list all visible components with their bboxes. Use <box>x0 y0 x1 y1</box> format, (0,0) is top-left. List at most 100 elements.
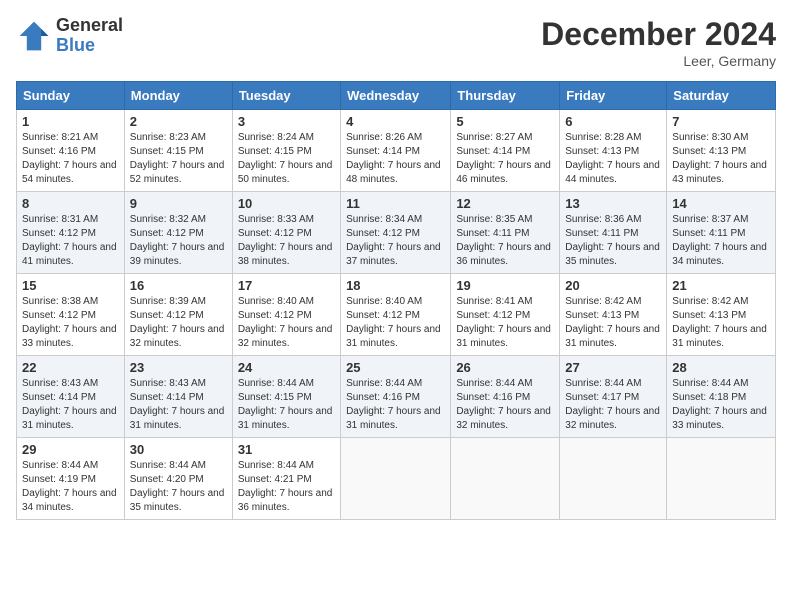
day-info: Sunrise: 8:44 AMSunset: 4:17 PMDaylight:… <box>565 377 661 433</box>
calendar-cell: 10 Sunrise: 8:33 AMSunset: 4:12 PMDaylig… <box>232 192 340 274</box>
day-info: Sunrise: 8:41 AMSunset: 4:12 PMDaylight:… <box>456 295 554 351</box>
day-number: 22 <box>22 360 119 375</box>
day-info: Sunrise: 8:44 AMSunset: 4:16 PMDaylight:… <box>456 377 554 433</box>
day-info: Sunrise: 8:42 AMSunset: 4:13 PMDaylight:… <box>672 295 770 351</box>
day-info: Sunrise: 8:21 AMSunset: 4:16 PMDaylight:… <box>22 131 119 187</box>
calendar-cell: 2 Sunrise: 8:23 AMSunset: 4:15 PMDayligh… <box>124 110 232 192</box>
day-number: 7 <box>672 114 770 129</box>
calendar-cell <box>451 438 560 520</box>
day-number: 17 <box>238 278 335 293</box>
day-number: 10 <box>238 196 335 211</box>
calendar-cell: 23 Sunrise: 8:43 AMSunset: 4:14 PMDaylig… <box>124 356 232 438</box>
calendar-cell: 12 Sunrise: 8:35 AMSunset: 4:11 PMDaylig… <box>451 192 560 274</box>
day-number: 3 <box>238 114 335 129</box>
title-block: December 2024 Leer, Germany <box>541 16 776 69</box>
week-row-5: 29 Sunrise: 8:44 AMSunset: 4:19 PMDaylig… <box>17 438 776 520</box>
day-info: Sunrise: 8:35 AMSunset: 4:11 PMDaylight:… <box>456 213 554 269</box>
day-info: Sunrise: 8:39 AMSunset: 4:12 PMDaylight:… <box>130 295 227 351</box>
day-number: 27 <box>565 360 661 375</box>
day-number: 25 <box>346 360 445 375</box>
day-info: Sunrise: 8:43 AMSunset: 4:14 PMDaylight:… <box>22 377 119 433</box>
calendar-cell: 30 Sunrise: 8:44 AMSunset: 4:20 PMDaylig… <box>124 438 232 520</box>
calendar-cell: 18 Sunrise: 8:40 AMSunset: 4:12 PMDaylig… <box>341 274 451 356</box>
location: Leer, Germany <box>541 53 776 69</box>
month-title: December 2024 <box>541 16 776 53</box>
day-info: Sunrise: 8:30 AMSunset: 4:13 PMDaylight:… <box>672 131 770 187</box>
day-number: 1 <box>22 114 119 129</box>
weekday-header-row: SundayMondayTuesdayWednesdayThursdayFrid… <box>17 82 776 110</box>
calendar-cell: 29 Sunrise: 8:44 AMSunset: 4:19 PMDaylig… <box>17 438 125 520</box>
day-info: Sunrise: 8:27 AMSunset: 4:14 PMDaylight:… <box>456 131 554 187</box>
day-info: Sunrise: 8:26 AMSunset: 4:14 PMDaylight:… <box>346 131 445 187</box>
day-info: Sunrise: 8:34 AMSunset: 4:12 PMDaylight:… <box>346 213 445 269</box>
day-info: Sunrise: 8:43 AMSunset: 4:14 PMDaylight:… <box>130 377 227 433</box>
calendar-cell: 1 Sunrise: 8:21 AMSunset: 4:16 PMDayligh… <box>17 110 125 192</box>
day-info: Sunrise: 8:42 AMSunset: 4:13 PMDaylight:… <box>565 295 661 351</box>
day-info: Sunrise: 8:44 AMSunset: 4:19 PMDaylight:… <box>22 459 119 515</box>
day-number: 14 <box>672 196 770 211</box>
calendar-cell <box>560 438 667 520</box>
calendar-cell: 22 Sunrise: 8:43 AMSunset: 4:14 PMDaylig… <box>17 356 125 438</box>
day-info: Sunrise: 8:40 AMSunset: 4:12 PMDaylight:… <box>238 295 335 351</box>
calendar-cell <box>667 438 776 520</box>
weekday-header-tuesday: Tuesday <box>232 82 340 110</box>
day-info: Sunrise: 8:28 AMSunset: 4:13 PMDaylight:… <box>565 131 661 187</box>
day-number: 30 <box>130 442 227 457</box>
logo-text: General Blue <box>56 16 123 56</box>
day-info: Sunrise: 8:44 AMSunset: 4:16 PMDaylight:… <box>346 377 445 433</box>
day-number: 9 <box>130 196 227 211</box>
calendar-cell <box>341 438 451 520</box>
calendar-cell: 26 Sunrise: 8:44 AMSunset: 4:16 PMDaylig… <box>451 356 560 438</box>
calendar-cell: 27 Sunrise: 8:44 AMSunset: 4:17 PMDaylig… <box>560 356 667 438</box>
day-info: Sunrise: 8:31 AMSunset: 4:12 PMDaylight:… <box>22 213 119 269</box>
day-number: 5 <box>456 114 554 129</box>
day-number: 4 <box>346 114 445 129</box>
week-row-4: 22 Sunrise: 8:43 AMSunset: 4:14 PMDaylig… <box>17 356 776 438</box>
calendar-cell: 4 Sunrise: 8:26 AMSunset: 4:14 PMDayligh… <box>341 110 451 192</box>
logo-icon <box>16 18 52 54</box>
day-info: Sunrise: 8:38 AMSunset: 4:12 PMDaylight:… <box>22 295 119 351</box>
day-number: 21 <box>672 278 770 293</box>
day-number: 24 <box>238 360 335 375</box>
calendar: SundayMondayTuesdayWednesdayThursdayFrid… <box>16 81 776 520</box>
weekday-header-sunday: Sunday <box>17 82 125 110</box>
week-row-2: 8 Sunrise: 8:31 AMSunset: 4:12 PMDayligh… <box>17 192 776 274</box>
calendar-cell: 31 Sunrise: 8:44 AMSunset: 4:21 PMDaylig… <box>232 438 340 520</box>
day-info: Sunrise: 8:37 AMSunset: 4:11 PMDaylight:… <box>672 213 770 269</box>
calendar-cell: 25 Sunrise: 8:44 AMSunset: 4:16 PMDaylig… <box>341 356 451 438</box>
day-number: 15 <box>22 278 119 293</box>
calendar-cell: 17 Sunrise: 8:40 AMSunset: 4:12 PMDaylig… <box>232 274 340 356</box>
calendar-cell: 6 Sunrise: 8:28 AMSunset: 4:13 PMDayligh… <box>560 110 667 192</box>
page-header: General Blue December 2024 Leer, Germany <box>16 16 776 69</box>
day-info: Sunrise: 8:32 AMSunset: 4:12 PMDaylight:… <box>130 213 227 269</box>
day-info: Sunrise: 8:24 AMSunset: 4:15 PMDaylight:… <box>238 131 335 187</box>
day-info: Sunrise: 8:40 AMSunset: 4:12 PMDaylight:… <box>346 295 445 351</box>
calendar-cell: 8 Sunrise: 8:31 AMSunset: 4:12 PMDayligh… <box>17 192 125 274</box>
week-row-3: 15 Sunrise: 8:38 AMSunset: 4:12 PMDaylig… <box>17 274 776 356</box>
calendar-cell: 28 Sunrise: 8:44 AMSunset: 4:18 PMDaylig… <box>667 356 776 438</box>
calendar-cell: 21 Sunrise: 8:42 AMSunset: 4:13 PMDaylig… <box>667 274 776 356</box>
day-number: 28 <box>672 360 770 375</box>
calendar-cell: 20 Sunrise: 8:42 AMSunset: 4:13 PMDaylig… <box>560 274 667 356</box>
calendar-cell: 13 Sunrise: 8:36 AMSunset: 4:11 PMDaylig… <box>560 192 667 274</box>
day-number: 2 <box>130 114 227 129</box>
calendar-cell: 9 Sunrise: 8:32 AMSunset: 4:12 PMDayligh… <box>124 192 232 274</box>
day-info: Sunrise: 8:44 AMSunset: 4:20 PMDaylight:… <box>130 459 227 515</box>
day-number: 12 <box>456 196 554 211</box>
day-info: Sunrise: 8:36 AMSunset: 4:11 PMDaylight:… <box>565 213 661 269</box>
day-number: 19 <box>456 278 554 293</box>
calendar-cell: 15 Sunrise: 8:38 AMSunset: 4:12 PMDaylig… <box>17 274 125 356</box>
calendar-cell: 7 Sunrise: 8:30 AMSunset: 4:13 PMDayligh… <box>667 110 776 192</box>
calendar-cell: 5 Sunrise: 8:27 AMSunset: 4:14 PMDayligh… <box>451 110 560 192</box>
day-number: 6 <box>565 114 661 129</box>
day-number: 18 <box>346 278 445 293</box>
day-number: 31 <box>238 442 335 457</box>
calendar-cell: 19 Sunrise: 8:41 AMSunset: 4:12 PMDaylig… <box>451 274 560 356</box>
day-number: 13 <box>565 196 661 211</box>
calendar-cell: 3 Sunrise: 8:24 AMSunset: 4:15 PMDayligh… <box>232 110 340 192</box>
calendar-cell: 11 Sunrise: 8:34 AMSunset: 4:12 PMDaylig… <box>341 192 451 274</box>
calendar-cell: 16 Sunrise: 8:39 AMSunset: 4:12 PMDaylig… <box>124 274 232 356</box>
weekday-header-thursday: Thursday <box>451 82 560 110</box>
day-number: 26 <box>456 360 554 375</box>
day-info: Sunrise: 8:23 AMSunset: 4:15 PMDaylight:… <box>130 131 227 187</box>
